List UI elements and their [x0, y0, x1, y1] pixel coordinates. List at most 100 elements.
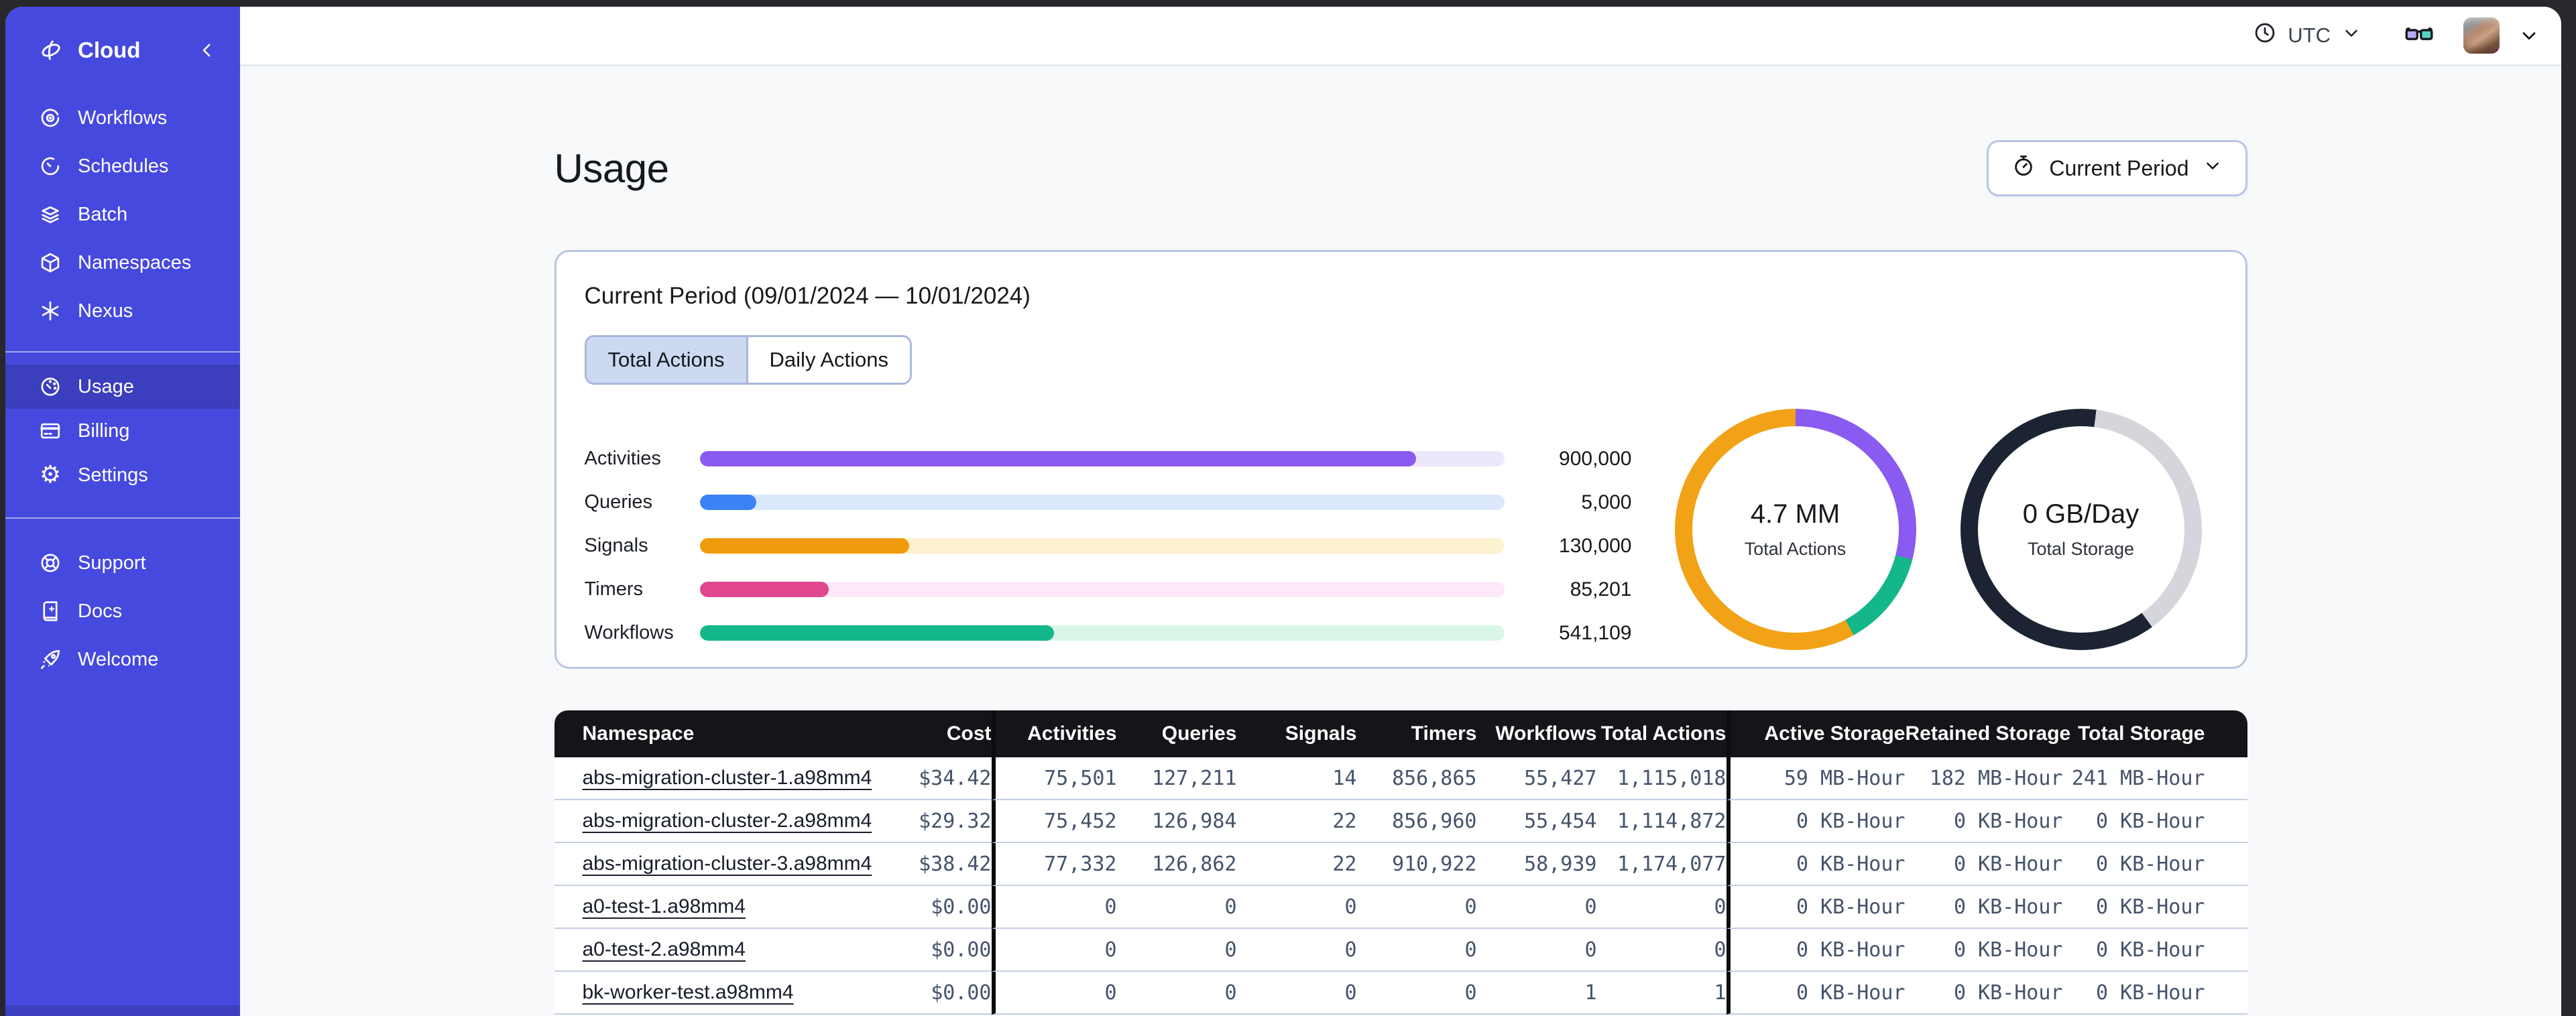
column-header: Active Storage — [1726, 710, 1906, 757]
value-cell: 127,211 — [1116, 757, 1237, 800]
namespace-cell: a0-test-1.a98mm4 — [554, 886, 843, 929]
sidebar-item-schedules[interactable]: Schedules — [5, 142, 240, 190]
sidebar-item-label: Nexus — [78, 300, 133, 322]
value-cell: 0 KB-Hour — [1905, 800, 2063, 843]
namespaces-icon — [39, 251, 62, 274]
sidebar-item-settings[interactable]: ⚙ Settings — [5, 453, 240, 497]
sidebar-item-label: Usage — [78, 375, 134, 397]
user-avatar[interactable] — [2463, 17, 2500, 54]
value-cell: 126,984 — [1116, 800, 1237, 843]
sidebar-item-label: Billing — [78, 420, 130, 442]
batch-icon — [39, 203, 62, 226]
table-row: a0-test-2.a98mm4 $0.00 0 0 0 0 0 0 0 KB-Hour 0 KB… — [554, 929, 2247, 972]
value-cell: 22 — [1236, 800, 1357, 843]
value-cell: 0 KB-Hour — [1726, 886, 1906, 929]
value-cell: 0 — [1236, 929, 1357, 972]
value-cell: 1 — [1596, 972, 1726, 1015]
sidebar-item-label: Schedules — [78, 155, 169, 177]
value-cell: 0 KB-Hour — [2062, 843, 2247, 886]
sidebar-item-namespaces[interactable]: Namespaces — [5, 239, 240, 287]
bar-label: Workflows — [584, 622, 674, 643]
value-cell: 0 — [1596, 929, 1726, 972]
column-header: Namespace — [554, 710, 843, 757]
table-row: a0-test-1.a98mm4 $0.00 0 0 0 0 0 0 0 KB-Hour 0 KB… — [554, 886, 2247, 929]
value-cell: 0 KB-Hour — [1726, 972, 1906, 1015]
namespace-link[interactable]: abs-migration-cluster-3.a98mm4 — [583, 852, 872, 875]
sidebar-item-label: Welcome — [78, 648, 159, 670]
timezone-selector[interactable]: UTC — [2253, 21, 2361, 50]
bar-track — [699, 495, 1505, 510]
sidebar-item-welcome[interactable]: Welcome — [5, 635, 240, 684]
support-lifebuoy-icon — [39, 552, 62, 574]
bar-value: 85,201 — [1570, 578, 1632, 600]
column-header: Total Actions — [1596, 710, 1726, 757]
total-actions-caption: Total Actions — [1744, 539, 1847, 559]
sidebar-group-account: Usage Billing ⚙ Settings — [5, 365, 240, 497]
sidebar-item-batch[interactable]: Batch — [5, 190, 240, 239]
total-storage-value: 0 GB/Day — [2022, 499, 2140, 529]
sidebar-item-label: Namespaces — [78, 251, 192, 273]
namespace-link[interactable]: abs-migration-cluster-1.a98mm4 — [583, 767, 872, 789]
bar-track — [699, 582, 1505, 597]
value-cell: 0 — [991, 972, 1117, 1015]
content-scroll-area[interactable]: Usage Current Period Current Period (09/… — [240, 66, 2561, 1016]
bar-label: Queries — [584, 491, 653, 513]
sidebar-item-billing[interactable]: Billing — [5, 409, 240, 453]
namespace-link[interactable]: a0-test-2.a98mm4 — [583, 938, 746, 960]
actions-bar-chart: Activities 900,000 Queries 5,000 Signals — [585, 437, 1632, 655]
stopwatch-icon — [2011, 153, 2036, 183]
usage-gauge-icon — [39, 375, 62, 398]
tab-total-actions[interactable]: Total Actions — [586, 337, 746, 383]
value-cell: 22 — [1236, 843, 1357, 886]
workflows-icon — [39, 107, 62, 129]
period-selector-button[interactable]: Current Period — [1987, 140, 2247, 196]
value-cell: 0 — [1476, 886, 1597, 929]
desktop: { "sidebar": { "logo": "Cloud", "colors"… — [0, 0, 2576, 1016]
table-row: abs-migration-cluster-1.a98mm4 $34.42 75,5… — [554, 757, 2247, 800]
sidebar-item-nexus[interactable]: Nexus — [5, 287, 240, 335]
settings-gear-icon: ⚙ — [39, 461, 62, 489]
account-menu-chevron-icon[interactable] — [2518, 25, 2540, 46]
chevron-down-icon — [2203, 155, 2223, 181]
page-header: Usage Current Period — [554, 140, 2247, 196]
value-cell: 0 KB-Hour — [1726, 929, 1906, 972]
namespace-usage-table: Namespace Cost Activities Queries Signals Tim… — [554, 710, 2247, 1015]
value-cell: 0 KB-Hour — [1905, 843, 2063, 886]
column-header: Cost — [842, 710, 992, 757]
column-header: Signals — [1236, 710, 1357, 757]
value-cell: 126,862 — [1116, 843, 1237, 886]
value-cell: 0 KB-Hour — [1905, 929, 2063, 972]
namespace-cell: abs-migration-cluster-3.a98mm4 — [554, 843, 872, 886]
bar-row-queries: Queries 5,000 — [585, 481, 1632, 524]
column-header: Timers — [1356, 710, 1477, 757]
bar-row-signals: Signals 130,000 — [585, 524, 1632, 568]
tab-daily-actions[interactable]: Daily Actions — [746, 337, 911, 383]
total-actions-donut-chart: 4.7 MM Total Actions — [1674, 409, 1916, 650]
sidebar-collapse-button[interactable] — [197, 40, 217, 60]
namespace-link[interactable]: bk-worker-test.a98mm4 — [583, 981, 794, 1003]
value-cell: 55,454 — [1476, 800, 1597, 843]
value-cell: 0 KB-Hour — [1905, 886, 2063, 929]
namespace-link[interactable]: abs-migration-cluster-2.a98mm4 — [583, 810, 872, 832]
bar-label: Timers — [584, 578, 644, 600]
value-cell: 1,114,872 — [1596, 800, 1726, 843]
donut-center: 4.7 MM Total Actions — [1692, 426, 1899, 633]
feedback-glasses-icon[interactable] — [2403, 19, 2435, 52]
namespace-link[interactable]: a0-test-1.a98mm4 — [583, 895, 746, 917]
table-row: bk-worker-test.a98mm4 $0.00 0 0 0 0 1 1 0 KB-Hou… — [554, 972, 2247, 1015]
value-cell: 55,427 — [1476, 757, 1597, 800]
value-cell: 59 MB-Hour — [1726, 757, 1906, 800]
schedules-icon — [39, 155, 62, 178]
value-cell: 0 — [991, 929, 1117, 972]
docs-book-icon — [39, 600, 62, 623]
bar-value: 541,109 — [1559, 621, 1632, 644]
sidebar-item-docs[interactable]: Docs — [5, 587, 240, 635]
sidebar-item-support[interactable]: Support — [5, 539, 240, 587]
namespace-cell: bk-worker-test.a98mm4 — [554, 972, 843, 1015]
sidebar-group-namespace: Workflows Schedules Batch Namespaces Nex… — [5, 94, 240, 335]
bar-track — [699, 538, 1505, 554]
sidebar-divider — [5, 517, 240, 519]
sidebar-item-workflows[interactable]: Workflows — [5, 94, 240, 142]
sidebar-item-usage[interactable]: Usage — [5, 365, 240, 409]
value-cell: $0.00 — [842, 886, 992, 929]
